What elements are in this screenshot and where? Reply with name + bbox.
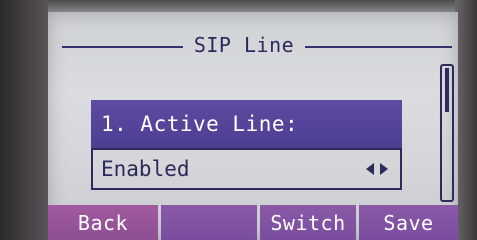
field-value: Enabled: [101, 157, 190, 181]
screen-title-row: SIP Line: [62, 30, 452, 60]
back-softkey[interactable]: Back: [48, 205, 158, 240]
title-divider-left: [62, 46, 183, 48]
field-value-selector[interactable]: Enabled: [91, 148, 402, 190]
field-label: 1. Active Line:: [91, 100, 402, 148]
device-bezel-right: [455, 0, 477, 240]
left-right-arrows-icon[interactable]: [366, 162, 388, 176]
scrollbar-thumb[interactable]: [445, 68, 449, 112]
save-softkey[interactable]: Save: [359, 205, 458, 240]
active-line-field[interactable]: 1. Active Line: Enabled: [91, 100, 402, 196]
softkey-bar: Back Switch Save: [48, 205, 458, 240]
switch-softkey[interactable]: Switch: [260, 205, 356, 240]
screen-title: SIP Line: [193, 33, 295, 57]
title-divider-right: [305, 46, 452, 48]
lcd-screen: SIP Line 1. Active Line: Enabled Back Sw…: [48, 12, 458, 240]
device-bezel-left: [0, 0, 48, 240]
scrollbar[interactable]: [440, 64, 454, 202]
empty-softkey[interactable]: [161, 205, 257, 240]
